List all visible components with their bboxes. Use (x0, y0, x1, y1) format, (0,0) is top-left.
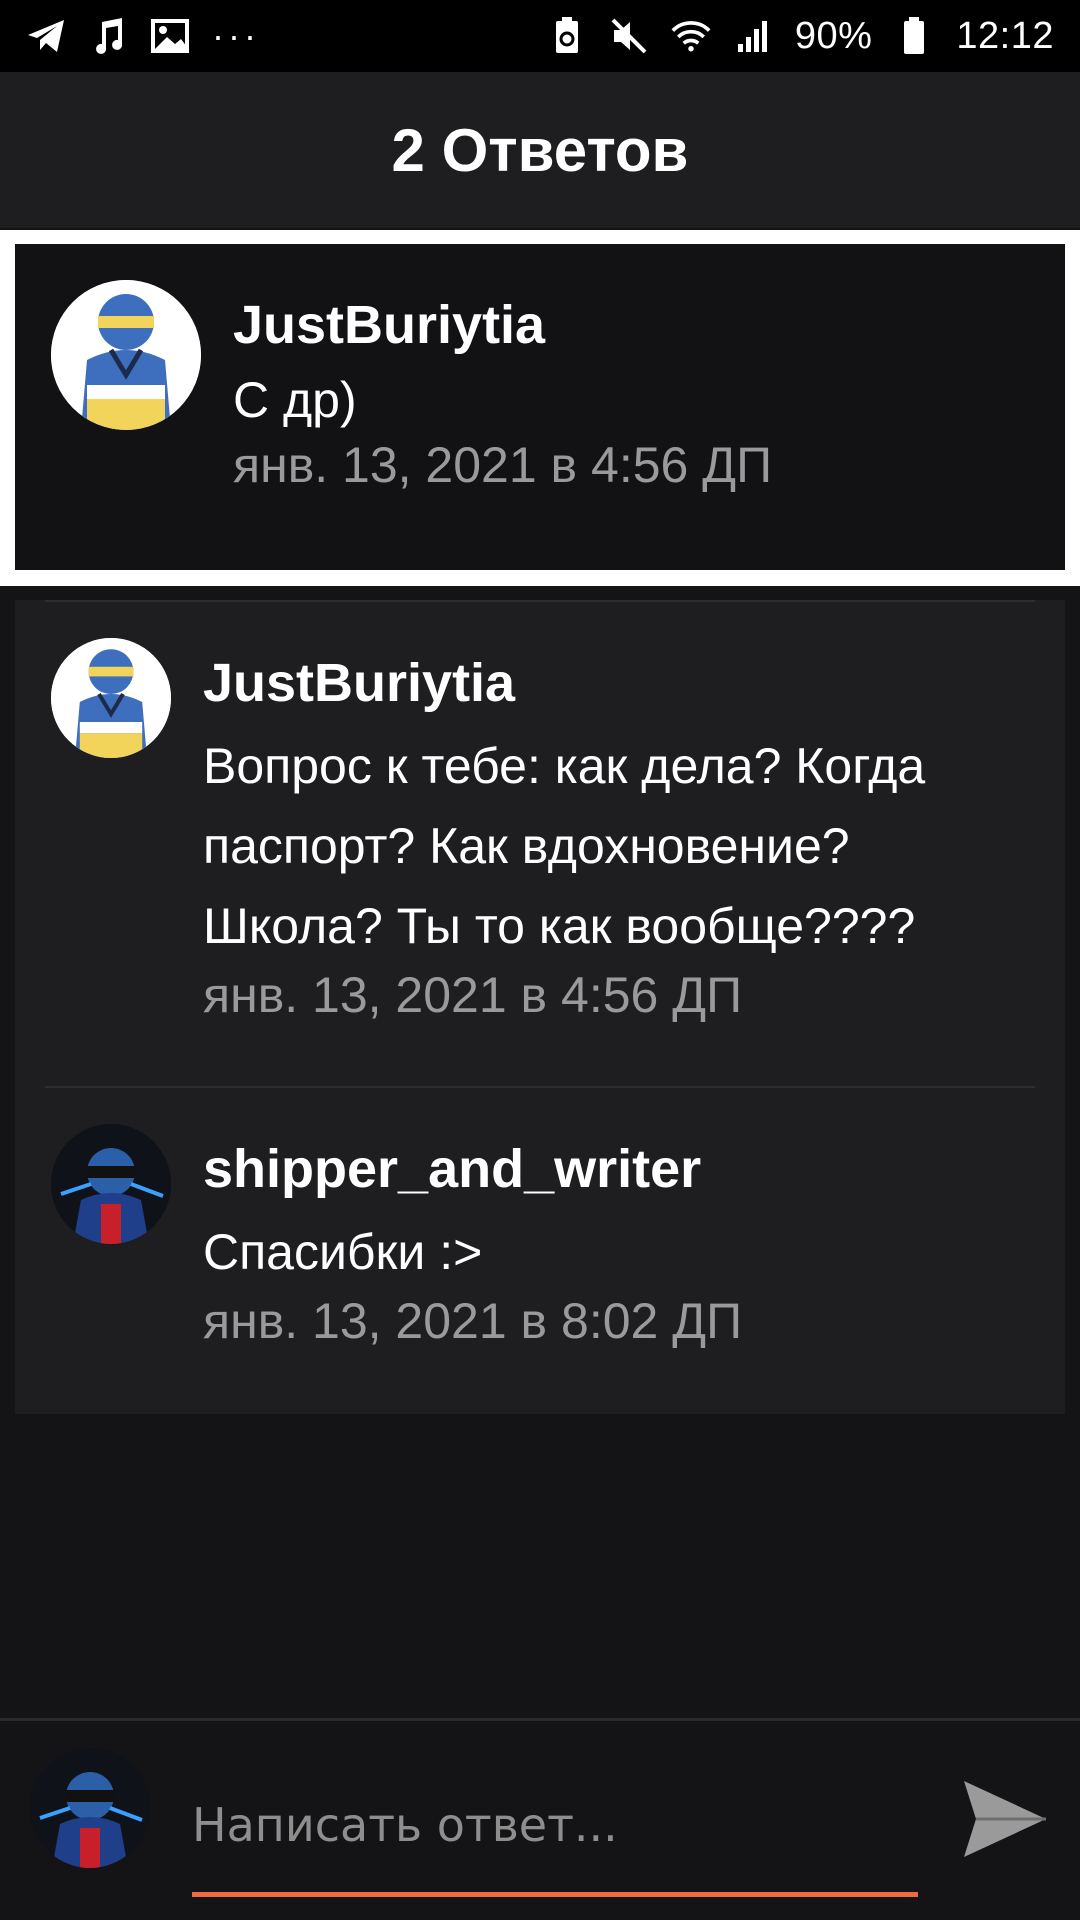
comment-body: JustBuriytia С др) янв. 13, 2021 в 4:56 … (233, 294, 772, 494)
avatar[interactable] (51, 280, 201, 430)
comment-author[interactable]: JustBuriytia (203, 652, 1033, 714)
reply-input[interactable]: Написать ответ... (192, 1780, 918, 1870)
buriatia-avatar-icon (51, 280, 201, 430)
composer-divider (0, 1718, 1080, 1721)
battery-icon (894, 16, 934, 56)
user-avatar-icon (51, 1124, 171, 1244)
parent-comment-frame: JustBuriytia С др) янв. 13, 2021 в 4:56 … (0, 230, 1080, 586)
status-bar: ··· 90% 12:12 (0, 0, 1080, 72)
send-button[interactable] (960, 1774, 1050, 1864)
image-icon (150, 16, 190, 56)
comment-text-line: Школа? Ты то как вообще???? (203, 898, 916, 954)
buriatia-avatar-icon (51, 638, 171, 758)
reply-item: JustBuriytia Вопрос к тебе: как дела? Ко… (51, 638, 1033, 1024)
divider (45, 1086, 1035, 1088)
comment-date: янв. 13, 2021 в 4:56 ДП (233, 437, 773, 493)
comment-text-line: паспорт? Как вдохновение? (203, 818, 850, 874)
parent-comment: JustBuriytia С др) янв. 13, 2021 в 4:56 … (51, 280, 772, 494)
divider (45, 600, 1035, 602)
send-icon (964, 1781, 1046, 1857)
avatar[interactable] (51, 1124, 171, 1244)
comment-body: shipper_and_writer Спасибки :> янв. 13, … (203, 1138, 1033, 1350)
comment-author[interactable]: shipper_and_writer (203, 1138, 1033, 1200)
reply-input-underline (192, 1892, 918, 1897)
comment-text-line: Спасибки :> (203, 1224, 483, 1280)
page-title: 2 Ответов (391, 116, 689, 184)
comment-body: JustBuriytia Вопрос к тебе: как дела? Ко… (203, 652, 1033, 1024)
comment-date: янв. 13, 2021 в 8:02 ДП (203, 1293, 743, 1349)
comment-date: янв. 13, 2021 в 4:56 ДП (203, 967, 743, 1023)
comment-author[interactable]: JustBuriytia (233, 294, 772, 356)
comment-text: Спасибки :> (203, 1212, 1033, 1292)
battery-percent: 90% (794, 14, 873, 57)
avatar[interactable] (51, 638, 171, 758)
clock: 12:12 (956, 14, 1054, 57)
header: 2 Ответов (0, 72, 1080, 228)
reply-item: shipper_and_writer Спасибки :> янв. 13, … (51, 1124, 1033, 1350)
music-icon (88, 16, 128, 56)
comment-text-line: Вопрос к тебе: как дела? Когда (203, 738, 926, 794)
wifi-icon (671, 16, 711, 56)
more-icon: ··· (212, 15, 260, 56)
telegram-icon (26, 16, 66, 56)
replies-list: JustBuriytia Вопрос к тебе: как дела? Ко… (15, 600, 1065, 1414)
battery-saver-icon (547, 16, 587, 56)
my-avatar[interactable] (30, 1748, 150, 1868)
signal-icon (733, 16, 773, 56)
user-avatar-icon (30, 1748, 150, 1868)
comment-text: С др) (233, 372, 357, 428)
mute-icon (609, 16, 649, 56)
parent-comment-card[interactable]: JustBuriytia С др) янв. 13, 2021 в 4:56 … (15, 244, 1065, 570)
comment-text: Вопрос к тебе: как дела? Когда паспорт? … (203, 726, 1033, 966)
